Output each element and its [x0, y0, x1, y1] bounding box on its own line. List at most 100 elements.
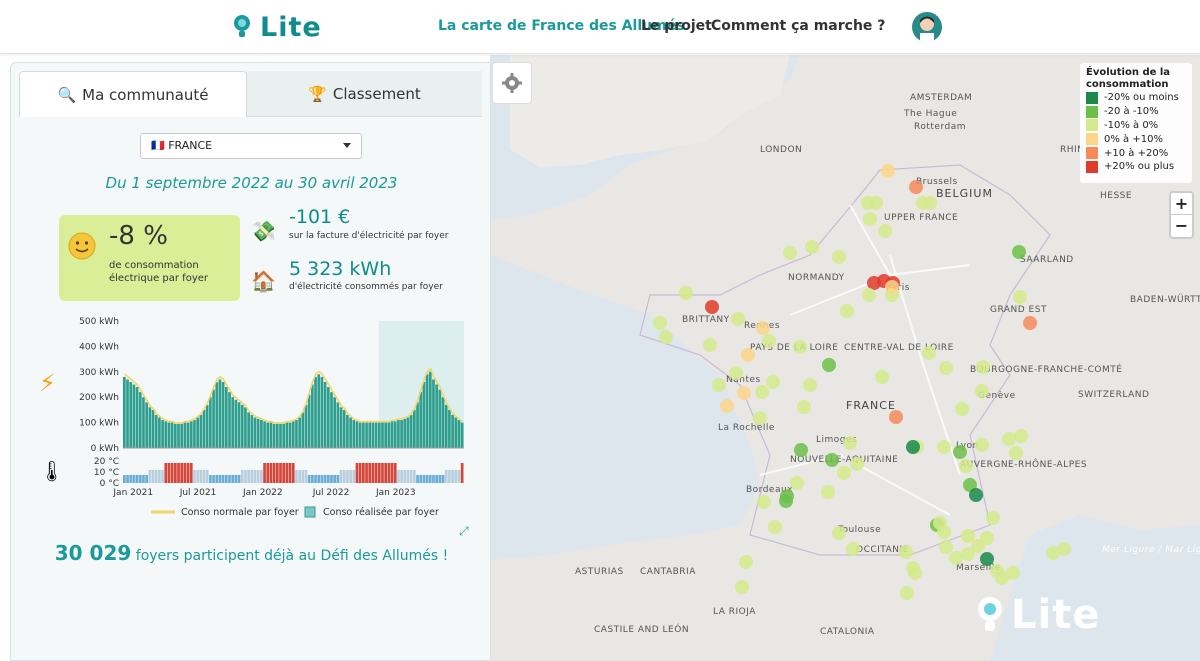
consumption-dot[interactable]	[869, 196, 883, 210]
settings-button[interactable]	[492, 62, 532, 104]
consumption-dot[interactable]	[937, 440, 951, 454]
consumption-dot[interactable]	[955, 402, 969, 416]
consumption-dot[interactable]	[790, 476, 804, 490]
zoom-out-button[interactable]: −	[1171, 215, 1192, 237]
consumption-dot[interactable]	[731, 312, 745, 326]
consumption-dot[interactable]	[1006, 566, 1020, 580]
consumption-dot[interactable]	[1023, 316, 1037, 330]
consumption-dot[interactable]	[739, 555, 753, 569]
consumption-dot[interactable]	[805, 240, 819, 254]
consumption-bar	[295, 420, 298, 448]
consumption-dot[interactable]	[881, 164, 895, 178]
consumption-bar	[288, 422, 292, 448]
nav-project-link[interactable]: Le projet	[641, 18, 712, 34]
consumption-dot[interactable]	[720, 399, 734, 413]
consumption-dot[interactable]	[1013, 290, 1027, 304]
consumption-dot[interactable]	[949, 551, 963, 565]
consumption-dot[interactable]	[980, 552, 994, 566]
region-select[interactable]: 🇫🇷 FRANCE	[140, 133, 362, 159]
consumption-dot[interactable]	[1012, 245, 1026, 259]
user-avatar[interactable]	[912, 12, 942, 42]
consumption-dot[interactable]	[899, 545, 913, 559]
consumption-dot[interactable]	[793, 340, 807, 354]
consumption-dot[interactable]	[757, 495, 771, 509]
consumption-dot[interactable]	[889, 410, 903, 424]
consumption-dot[interactable]	[986, 511, 1000, 525]
consumption-dot[interactable]	[969, 488, 983, 502]
consumption-dot[interactable]	[961, 547, 975, 561]
consumption-dot[interactable]	[975, 438, 989, 452]
consumption-dot[interactable]	[1057, 542, 1071, 556]
consumption-dot[interactable]	[653, 316, 667, 330]
nav-how-it-works-link[interactable]: Comment ça marche ?	[711, 18, 885, 34]
consumption-dot[interactable]	[797, 400, 811, 414]
consumption-dot[interactable]	[959, 459, 973, 473]
consumption-dot[interactable]	[863, 212, 877, 226]
consumption-dot[interactable]	[976, 360, 990, 374]
consumption-dot[interactable]	[779, 494, 793, 508]
consumption-dot[interactable]	[825, 453, 839, 467]
consumption-dot[interactable]	[712, 378, 726, 392]
consumption-bar	[237, 402, 241, 448]
temperature-bar	[428, 475, 432, 483]
consumption-dot[interactable]	[679, 286, 693, 300]
consumption-dot[interactable]	[953, 445, 967, 459]
consumption-dot[interactable]	[875, 370, 889, 384]
consumption-dot[interactable]	[922, 346, 936, 360]
consumption-dot[interactable]	[867, 276, 881, 290]
consumption-dot[interactable]	[900, 586, 914, 600]
consumption-dot[interactable]	[909, 180, 923, 194]
consumption-dot[interactable]	[878, 224, 892, 238]
consumption-dot[interactable]	[783, 246, 797, 260]
consumption-dot[interactable]	[961, 529, 975, 543]
consumption-dot[interactable]	[766, 375, 780, 389]
consumption-dot[interactable]	[729, 366, 743, 380]
consumption-dot[interactable]	[939, 540, 953, 554]
consumption-dot[interactable]	[923, 196, 937, 210]
zoom-in-button[interactable]: +	[1171, 193, 1192, 215]
consumption-dot[interactable]	[794, 443, 808, 457]
consumption-dot[interactable]	[705, 300, 719, 314]
consumption-dot[interactable]	[840, 304, 854, 318]
consumption-bar	[240, 404, 244, 448]
consumption-dot[interactable]	[659, 330, 673, 344]
tab-ranking[interactable]: 🏆 Classement	[247, 71, 482, 117]
consumption-dot[interactable]	[756, 321, 770, 335]
consumption-dot[interactable]	[821, 485, 835, 499]
consumption-dot[interactable]	[1002, 432, 1016, 446]
x-tick-label: Jan 2023	[375, 488, 416, 498]
consumption-dot[interactable]	[755, 385, 769, 399]
consumption-dot[interactable]	[850, 457, 864, 471]
energy-description: d'électricité consommés par foyer	[289, 282, 443, 292]
consumption-dot[interactable]	[703, 338, 717, 352]
legend-item: +20% ou plus	[1086, 160, 1186, 174]
consumption-dot[interactable]	[822, 358, 836, 372]
consumption-dot[interactable]	[832, 250, 846, 264]
consumption-dot[interactable]	[908, 566, 922, 580]
consumption-dot[interactable]	[741, 348, 755, 362]
consumption-dot[interactable]	[862, 288, 876, 302]
consumption-dot[interactable]	[939, 361, 953, 375]
consumption-dot[interactable]	[933, 516, 947, 530]
consumption-bar	[272, 423, 276, 448]
consumption-dot[interactable]	[762, 334, 776, 348]
consumption-dot[interactable]	[837, 466, 851, 480]
consumption-dot[interactable]	[1014, 429, 1028, 443]
consumption-dot[interactable]	[846, 542, 860, 556]
thermometer-icon: 🌡	[39, 459, 64, 483]
temp-tick-label: 20 °C	[94, 457, 119, 467]
consumption-dot[interactable]	[885, 280, 899, 294]
consumption-dot[interactable]	[1009, 446, 1023, 460]
consumption-dot[interactable]	[737, 386, 751, 400]
consumption-dot[interactable]	[803, 378, 817, 392]
consumption-dot[interactable]	[843, 436, 857, 450]
logo[interactable]: Lite	[232, 10, 322, 44]
tab-community[interactable]: 🔍 Ma communauté	[19, 71, 247, 117]
consumption-dot[interactable]	[753, 411, 767, 425]
consumption-dot[interactable]	[975, 384, 989, 398]
consumption-dot[interactable]	[980, 531, 994, 545]
consumption-dot[interactable]	[768, 520, 782, 534]
consumption-dot[interactable]	[832, 526, 846, 540]
consumption-dot[interactable]	[906, 440, 920, 454]
consumption-dot[interactable]	[735, 580, 749, 594]
